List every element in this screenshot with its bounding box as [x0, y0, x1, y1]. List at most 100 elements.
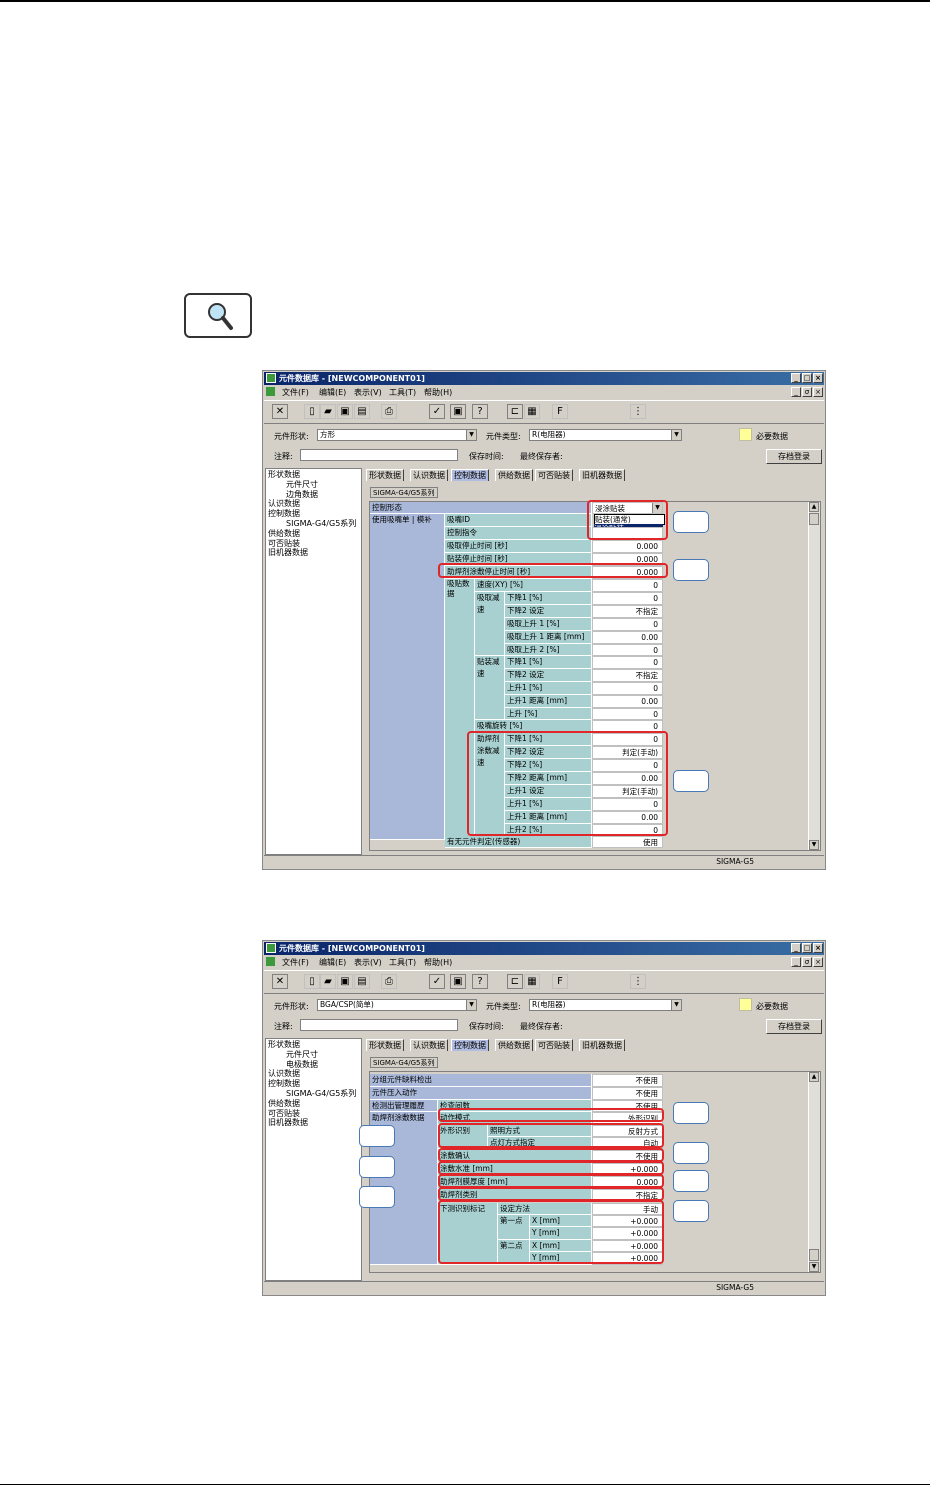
tab-recognition[interactable]: 认识数据: [410, 469, 448, 481]
store-button[interactable]: 存档登录: [766, 449, 822, 464]
help-icon[interactable]: ?: [472, 974, 488, 989]
mdi-close-button[interactable]: ×: [813, 957, 823, 967]
tree-item-shape[interactable]: 形状数据: [268, 470, 359, 480]
tree-view-icon[interactable]: ⊏: [507, 404, 523, 419]
mdi-close-button[interactable]: ×: [813, 387, 823, 397]
minimize-button[interactable]: _: [791, 373, 801, 383]
mount-row-value[interactable]: 0.00: [592, 695, 663, 708]
save-icon[interactable]: ▣: [337, 974, 353, 989]
pick-row-value[interactable]: 0.00: [592, 631, 663, 644]
mdi-minimize-button[interactable]: _: [791, 957, 801, 967]
subtab-series[interactable]: SIGMA-G4/G5系列: [370, 487, 438, 498]
tree-item-feed[interactable]: 供给数据: [268, 529, 359, 539]
tree-item-mountable[interactable]: 可否贴装: [268, 1109, 359, 1119]
save-icon[interactable]: ▣: [337, 404, 353, 419]
menu-help[interactable]: 帮助(H): [424, 387, 452, 398]
sensor-row-value[interactable]: 使用: [592, 836, 663, 848]
tree-item-legacy[interactable]: 旧机器数据: [268, 1118, 359, 1128]
grid-row-value[interactable]: 不使用: [592, 1087, 663, 1100]
tree-item-shape[interactable]: 形状数据: [268, 1040, 359, 1050]
open-folder-icon[interactable]: ▰: [320, 404, 336, 419]
tree-item-feed[interactable]: 供给数据: [268, 1099, 359, 1109]
tab-recognition[interactable]: 认识数据: [410, 1039, 448, 1051]
vertical-scrollbar[interactable]: ▲ ▼: [808, 1072, 820, 1272]
tree-item-size[interactable]: 元件尺寸: [268, 1050, 359, 1060]
tree-view-icon[interactable]: ⊏: [507, 974, 523, 989]
xy-speed-value[interactable]: 0: [592, 579, 663, 592]
type-select[interactable]: R(电阻器) ▼: [529, 999, 682, 1011]
close-x-icon[interactable]: ✕: [272, 404, 288, 419]
close-button[interactable]: ×: [813, 373, 823, 383]
grid-icon[interactable]: ⋮: [630, 404, 646, 419]
grid-row-value[interactable]: 不使用: [592, 1074, 663, 1087]
tree-item-recognition[interactable]: 认识数据: [268, 1069, 359, 1079]
type-select[interactable]: R(电阻器) ▼: [529, 429, 682, 441]
mdi-restore-button[interactable]: σ: [802, 387, 812, 397]
close-button[interactable]: ×: [813, 943, 823, 953]
image-view-icon[interactable]: ▦: [524, 404, 540, 419]
grid-icon[interactable]: ⋮: [630, 974, 646, 989]
tree-item-recognition[interactable]: 认识数据: [268, 499, 359, 509]
tab-shape[interactable]: 形状数据: [366, 469, 404, 481]
tree-item-mountable[interactable]: 可否贴装: [268, 539, 359, 549]
pick-row-value[interactable]: 不指定: [592, 605, 663, 618]
tree-item-series[interactable]: SIGMA-G4/G5系列: [268, 1089, 359, 1099]
tree-item-control[interactable]: 控制数据: [268, 1079, 359, 1089]
minimize-button[interactable]: _: [791, 943, 801, 953]
subtab-series[interactable]: SIGMA-G4/G5系列: [370, 1057, 438, 1068]
mdi-restore-button[interactable]: σ: [802, 957, 812, 967]
new-file-icon[interactable]: ▯: [304, 974, 320, 989]
mount-row-value[interactable]: 0: [592, 708, 663, 720]
menu-file[interactable]: 文件(F): [282, 387, 309, 398]
pick-row-value[interactable]: 0: [592, 644, 663, 656]
menu-view[interactable]: 表示(V): [354, 387, 382, 398]
tab-legacy[interactable]: 旧机器数据: [579, 1039, 625, 1051]
pick-row-value[interactable]: 0: [592, 592, 663, 605]
tree-item-series[interactable]: SIGMA-G4/G5系列: [268, 519, 359, 529]
mount-row-value[interactable]: 0: [592, 682, 663, 695]
tab-mountable[interactable]: 可否贴装: [535, 469, 573, 481]
menu-edit[interactable]: 编辑(E): [319, 387, 346, 398]
shape-select[interactable]: BGA/CSP(简单) ▼: [317, 999, 477, 1011]
maximize-button[interactable]: □: [802, 943, 812, 953]
tab-control[interactable]: 控制数据: [451, 469, 489, 481]
mdi-minimize-button[interactable]: _: [791, 387, 801, 397]
window-icon[interactable]: ▣: [450, 404, 466, 419]
help-icon[interactable]: ?: [472, 404, 488, 419]
pick-row-value[interactable]: 0: [592, 618, 663, 631]
tab-control[interactable]: 控制数据: [451, 1039, 489, 1051]
window-icon[interactable]: ▣: [450, 974, 466, 989]
tree-item-control[interactable]: 控制数据: [268, 509, 359, 519]
maximize-button[interactable]: □: [802, 373, 812, 383]
store-button[interactable]: 存档登录: [766, 1019, 822, 1034]
shape-select[interactable]: 方形 ▼: [317, 429, 477, 441]
note-input[interactable]: [300, 449, 458, 461]
new-file-icon[interactable]: ▯: [304, 404, 320, 419]
menu-tools[interactable]: 工具(T): [389, 957, 416, 968]
menu-help[interactable]: 帮助(H): [424, 957, 452, 968]
tab-feed[interactable]: 供给数据: [495, 469, 533, 481]
tab-mountable[interactable]: 可否贴装: [535, 1039, 573, 1051]
menu-tools[interactable]: 工具(T): [389, 387, 416, 398]
tree-item-size[interactable]: 元件尺寸: [268, 480, 359, 490]
menu-view[interactable]: 表示(V): [354, 957, 382, 968]
vertical-scrollbar[interactable]: ▲ ▼: [808, 502, 820, 850]
mount-row-value[interactable]: 0: [592, 656, 663, 669]
tab-feed[interactable]: 供给数据: [495, 1039, 533, 1051]
image-view-icon[interactable]: ▦: [524, 974, 540, 989]
tab-legacy[interactable]: 旧机器数据: [579, 469, 625, 481]
mount-row-value[interactable]: 不指定: [592, 669, 663, 682]
function-key-icon[interactable]: F: [552, 974, 568, 989]
menu-file[interactable]: 文件(F): [282, 957, 309, 968]
tree-item-legacy[interactable]: 旧机器数据: [268, 548, 359, 558]
save-as-icon[interactable]: ▤: [354, 404, 370, 419]
close-x-icon[interactable]: ✕: [272, 974, 288, 989]
save-as-icon[interactable]: ▤: [354, 974, 370, 989]
tab-shape[interactable]: 形状数据: [366, 1039, 404, 1051]
nozzle-row-value[interactable]: 0.000: [592, 540, 663, 553]
check-icon[interactable]: ✓: [429, 974, 445, 989]
print-icon[interactable]: ⎙: [381, 974, 397, 989]
tree-item-electrode[interactable]: 电极数据: [268, 1060, 359, 1070]
note-input[interactable]: [300, 1019, 458, 1031]
print-icon[interactable]: ⎙: [381, 404, 397, 419]
